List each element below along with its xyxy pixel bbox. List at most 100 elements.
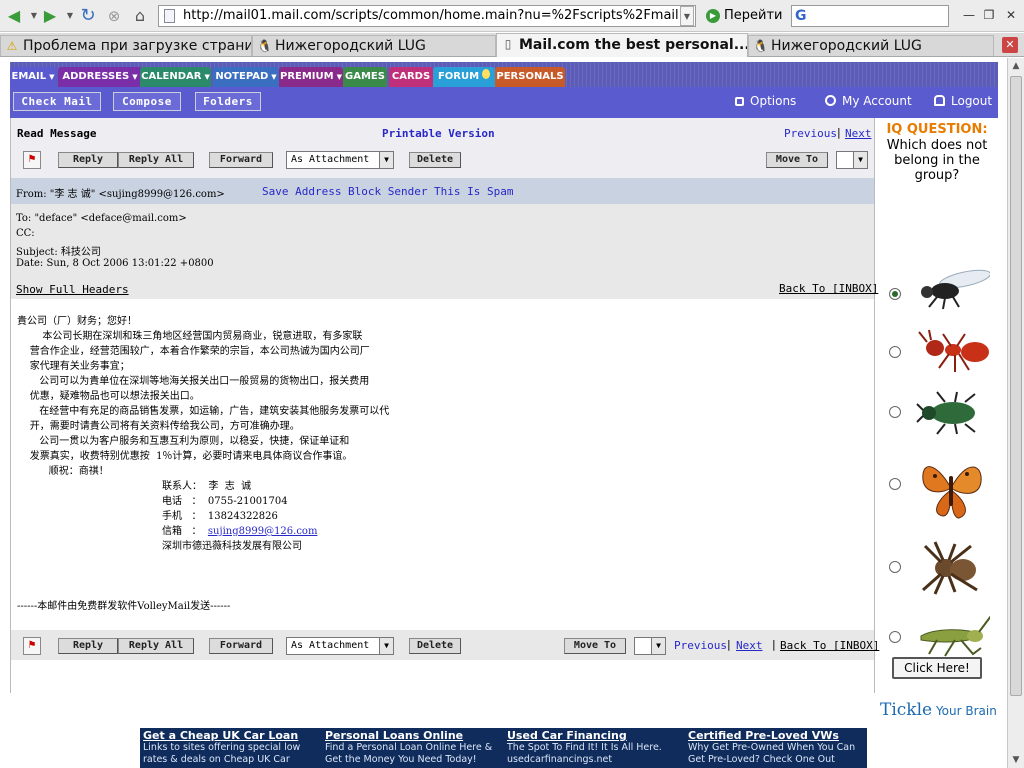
reply-button[interactable]: Reply: [58, 638, 118, 654]
go-button[interactable]: ▶ Перейти: [706, 6, 783, 26]
scroll-up-icon[interactable]: ▲: [1008, 58, 1024, 74]
folder-select[interactable]: ▼: [634, 637, 666, 655]
ad-link-title: Personal Loans Online: [325, 729, 464, 742]
scroll-down-icon[interactable]: ▼: [1008, 752, 1024, 768]
tab-calendar[interactable]: CALENDAR ▼: [140, 67, 211, 87]
url-history-dropdown[interactable]: ▼: [680, 6, 694, 26]
minimize-icon[interactable]: —: [960, 6, 978, 24]
ad-link-text: Get Pre-Loved? Check One Out: [688, 754, 835, 765]
tab-premium[interactable]: PREMIUM ▼: [279, 67, 343, 87]
browser-tab-label: Проблема при загрузке страни...: [23, 38, 252, 54]
forward-mode-select[interactable]: As Attachment ▼: [286, 637, 394, 655]
next-link[interactable]: Next: [845, 127, 872, 140]
to-field: To: "deface" <deface@mail.com>: [16, 213, 187, 224]
move-to-button[interactable]: Move To: [766, 152, 828, 168]
ad-question: Which does not belong in the group?: [886, 138, 988, 183]
save-address-link[interactable]: Save Address: [262, 185, 341, 198]
chevron-down-icon: ▼: [204, 73, 210, 81]
my-account-link[interactable]: My Account: [825, 94, 912, 108]
back-to-inbox-link[interactable]: Back To [INBOX]: [780, 639, 879, 652]
contact-mail-label: 信箱 ：: [162, 526, 208, 537]
tab-notepad[interactable]: NOTEPAD ▼: [213, 67, 279, 87]
forward-dropdown-icon[interactable]: ▼: [60, 6, 80, 26]
delete-button[interactable]: Delete: [409, 152, 461, 168]
tab-calendar-label: CALENDAR: [141, 71, 202, 82]
check-mail-button[interactable]: Check Mail: [13, 92, 101, 111]
body-line: 在经营中有充足的商品销售发票，如运输，广告，建筑安装其他服务发票可以代: [17, 406, 390, 417]
reload-icon[interactable]: ↻: [78, 6, 98, 26]
printable-version-link[interactable]: Printable Version: [382, 127, 495, 140]
tickle-logo[interactable]: Tickle Your Brain: [880, 700, 997, 720]
back-to-inbox-link[interactable]: Back To [INBOX]: [779, 282, 878, 295]
this-is-spam-link[interactable]: This Is Spam: [434, 185, 513, 198]
previous-link[interactable]: Previous: [674, 639, 727, 652]
url-input[interactable]: http://mail01.mail.com/scripts/common/ho…: [158, 5, 696, 27]
options-link[interactable]: Options: [735, 94, 796, 108]
sponsored-links-ad: Get a Cheap UK Car Loan Links to sites of…: [140, 728, 867, 768]
ad-link[interactable]: Get a Cheap UK Car Loan Links to sites of…: [140, 728, 320, 768]
lightbulb-icon: [482, 69, 491, 79]
delete-button[interactable]: Delete: [409, 638, 461, 654]
block-sender-link[interactable]: Block Sender: [348, 185, 427, 198]
from-value: "李 志 诚" <sujing8999@126.com>: [49, 189, 225, 200]
browser-tab[interactable]: 🐧 Нижегородский LUG: [748, 35, 994, 56]
close-window-icon[interactable]: ✕: [1002, 6, 1020, 24]
chevron-down-icon: ▼: [271, 73, 277, 81]
forward-button[interactable]: Forward: [209, 638, 273, 654]
back-icon[interactable]: ◀: [4, 6, 24, 26]
flag-icon[interactable]: ⚑: [23, 637, 41, 655]
browser-tab[interactable]: ⚠ Проблема при загрузке страни...: [0, 35, 252, 56]
grasshopper-icon: [920, 615, 990, 657]
ad-link[interactable]: Used Car Financing The Spot To Find It! I…: [504, 728, 684, 768]
contact-email-link[interactable]: sujing8999@126.com: [208, 526, 318, 537]
click-here-button[interactable]: Click Here!: [892, 657, 982, 679]
ad-link-text: Find a Personal Loan Online Here &: [325, 742, 493, 753]
message-action-bar: Read Message Printable Version Previous …: [11, 118, 874, 180]
reply-button[interactable]: Reply: [58, 152, 118, 168]
tab-notepad-label: NOTEPAD: [215, 71, 269, 82]
browser-tab[interactable]: 🐧 Нижегородский LUG: [252, 35, 496, 56]
tab-games[interactable]: GAMES: [343, 67, 387, 87]
ad-link[interactable]: Certified Pre-Loved VWs Why Get Pre-Owned…: [685, 728, 865, 768]
contact-mobile: 手机 ： 13824322826: [162, 511, 278, 522]
tab-forum[interactable]: FORUM: [433, 67, 495, 87]
home-icon[interactable]: ⌂: [130, 6, 150, 26]
compose-button[interactable]: Compose: [113, 92, 181, 111]
answer-radio-ant[interactable]: [889, 346, 901, 358]
forward-mode-select[interactable]: As Attachment ▼: [286, 151, 394, 169]
forward-button[interactable]: Forward: [209, 152, 273, 168]
page-scrollbar[interactable]: ▲ ▼: [1007, 58, 1024, 768]
move-to-button[interactable]: Move To: [564, 638, 626, 654]
answer-radio-beetle[interactable]: [889, 406, 901, 418]
stop-icon[interactable]: ⊗: [104, 6, 124, 26]
scrollbar-thumb[interactable]: [1010, 76, 1022, 696]
tab-email[interactable]: EMAIL ▼: [10, 67, 56, 87]
reply-all-button[interactable]: Reply All: [118, 152, 194, 168]
ad-link-text: Links to sites offering special low: [143, 742, 301, 753]
previous-link[interactable]: Previous: [784, 127, 837, 140]
browser-tab-active[interactable]: ▯ Mail.com the best personal...: [496, 33, 748, 57]
close-tab-icon[interactable]: ✕: [1002, 37, 1018, 53]
tab-personals[interactable]: PERSONALS: [495, 67, 565, 87]
answer-radio-grasshopper[interactable]: [889, 631, 901, 643]
folders-button[interactable]: Folders: [195, 92, 261, 111]
answer-radio-spider[interactable]: [889, 561, 901, 573]
search-input[interactable]: G: [791, 5, 949, 27]
body-line: 营合作企业，经营范围较广，本着合作繁荣的宗旨，本公司热诚为国内公司厂: [17, 346, 370, 357]
next-link[interactable]: Next: [736, 639, 763, 652]
tab-cards-label: CARDS: [391, 71, 431, 82]
restore-icon[interactable]: ❐: [980, 6, 998, 24]
reply-all-button[interactable]: Reply All: [118, 638, 194, 654]
folder-select[interactable]: ▼: [836, 151, 868, 169]
tab-cards[interactable]: CARDS: [389, 67, 433, 87]
ad-link[interactable]: Personal Loans Online Find a Personal Loa…: [322, 728, 502, 768]
browser-navigation-bar: ◀ ▼ ▶ ▼ ↻ ⊗ ⌂ http://mail01.mail.com/scr…: [0, 0, 1024, 32]
answer-radio-butterfly[interactable]: [889, 478, 901, 490]
forward-icon[interactable]: ▶: [40, 6, 60, 26]
body-line: 公司可以为貴单位在深圳等地海关报关出口一般贸易的货物出口，报关费用: [17, 376, 370, 387]
answer-radio-fly[interactable]: [889, 288, 901, 300]
show-full-headers-link[interactable]: Show Full Headers: [16, 283, 129, 296]
flag-icon[interactable]: ⚑: [23, 151, 41, 169]
logout-link[interactable]: Logout: [934, 94, 992, 108]
tab-addresses[interactable]: ADDRESSES ▼: [58, 67, 142, 87]
